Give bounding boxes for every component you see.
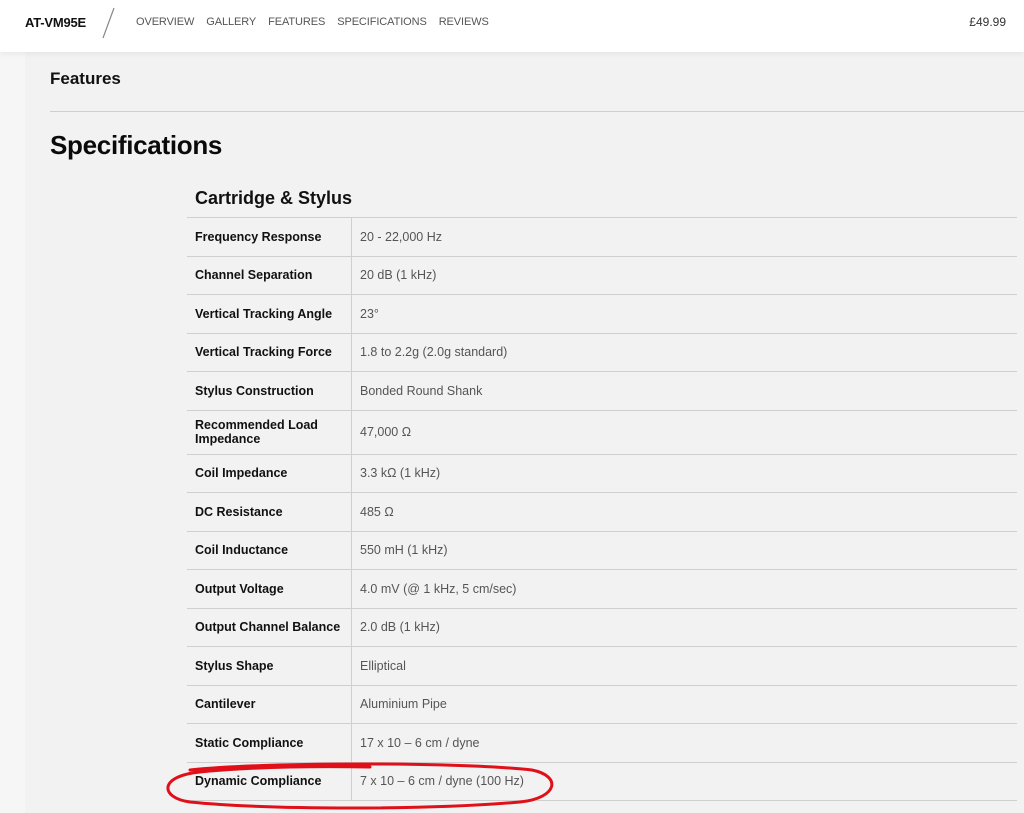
table-row: Stylus Construction Bonded Round Shank [187,372,1017,411]
spec-value: 485 Ω [360,504,394,519]
spec-label: Vertical Tracking Angle [187,295,352,333]
features-heading[interactable]: Features [50,69,121,89]
spec-label: Dynamic Compliance [187,762,352,800]
spec-value: 23° [360,306,379,321]
table-row: Coil Inductance 550 mH (1 kHz) [187,531,1017,570]
spec-value: 47,000 Ω [360,425,412,439]
nav-specifications[interactable]: SPECIFICATIONS [337,16,427,28]
spec-label: Recommended Load Impedance [187,410,352,454]
nav-reviews[interactable]: REVIEWS [439,16,489,28]
table-row: Coil Impedance 3.3 kΩ (1 kHz) [187,454,1017,493]
table-row: Channel Separation 20 dB (1 kHz) [187,256,1017,295]
slash-divider-icon [102,7,115,39]
product-name[interactable]: AT-VM95E [25,15,86,30]
spec-label: Coil Inductance [187,531,352,569]
table-row: DC Resistance 485 Ω [187,493,1017,532]
spec-label: Output Channel Balance [187,608,352,646]
spec-label: Coil Impedance [187,454,352,492]
table-row: Static Compliance 17 x 10 – 6 cm / dyne [187,724,1017,763]
spec-value: 20 dB (1 kHz) [360,268,437,283]
spec-label: Stylus Construction [187,372,352,410]
spec-value: 17 x 10 – 6 cm / dyne [360,735,480,750]
table-row: Stylus Shape Elliptical [187,647,1017,686]
page-content: Features Specifications Cartridge & Styl… [25,52,1024,813]
spec-value: 20 - 22,000 Hz [360,229,442,244]
specifications-table: Cartridge & Stylus Frequency Response 20… [187,180,1017,801]
spec-value: 3.3 kΩ (1 kHz) [360,466,441,481]
spec-value: 2.0 dB (1 kHz) [360,620,440,635]
nav-features[interactable]: FEATURES [268,16,325,28]
spec-value: 4.0 mV (@ 1 kHz, 5 cm/sec) [360,581,517,596]
group-title: Cartridge & Stylus [187,180,1017,218]
section-divider [50,111,1024,112]
table-row: Vertical Tracking Angle 23° [187,295,1017,334]
top-navigation-bar: AT-VM95E OVERVIEW GALLERY FEATURES SPECI… [0,0,1024,52]
spec-label: Channel Separation [187,256,352,294]
spec-value: Aluminium Pipe [360,697,447,712]
table-row: Output Channel Balance 2.0 dB (1 kHz) [187,608,1017,647]
spec-label: Cantilever [187,685,352,723]
table-row: Dynamic Compliance 7 x 10 – 6 cm / dyne … [187,762,1017,801]
spec-label: Frequency Response [187,218,352,256]
table-row: Frequency Response 20 - 22,000 Hz [187,218,1017,257]
nav-overview[interactable]: OVERVIEW [136,16,194,28]
table-row: Recommended Load Impedance 47,000 Ω [187,410,1017,455]
spec-value: 1.8 to 2.2g (2.0g standard) [360,345,508,360]
spec-label: DC Resistance [187,493,352,531]
table-row: Output Voltage 4.0 mV (@ 1 kHz, 5 cm/sec… [187,570,1017,609]
spec-value: Elliptical [360,658,406,673]
spec-label: Stylus Shape [187,647,352,685]
table-row: Cantilever Aluminium Pipe [187,685,1017,724]
spec-label: Vertical Tracking Force [187,333,352,371]
spec-label: Static Compliance [187,724,352,762]
specifications-heading: Specifications [50,130,223,160]
spec-value: 550 mH (1 kHz) [360,543,448,558]
section-nav: OVERVIEW GALLERY FEATURES SPECIFICATIONS… [136,16,489,28]
spec-value: 7 x 10 – 6 cm / dyne (100 Hz) [360,774,524,789]
table-row: Vertical Tracking Force 1.8 to 2.2g (2.0… [187,333,1017,372]
product-price: £49.99 [969,15,1006,29]
spec-label: Output Voltage [187,570,352,608]
nav-gallery[interactable]: GALLERY [206,16,256,28]
spec-value: Bonded Round Shank [360,383,483,398]
